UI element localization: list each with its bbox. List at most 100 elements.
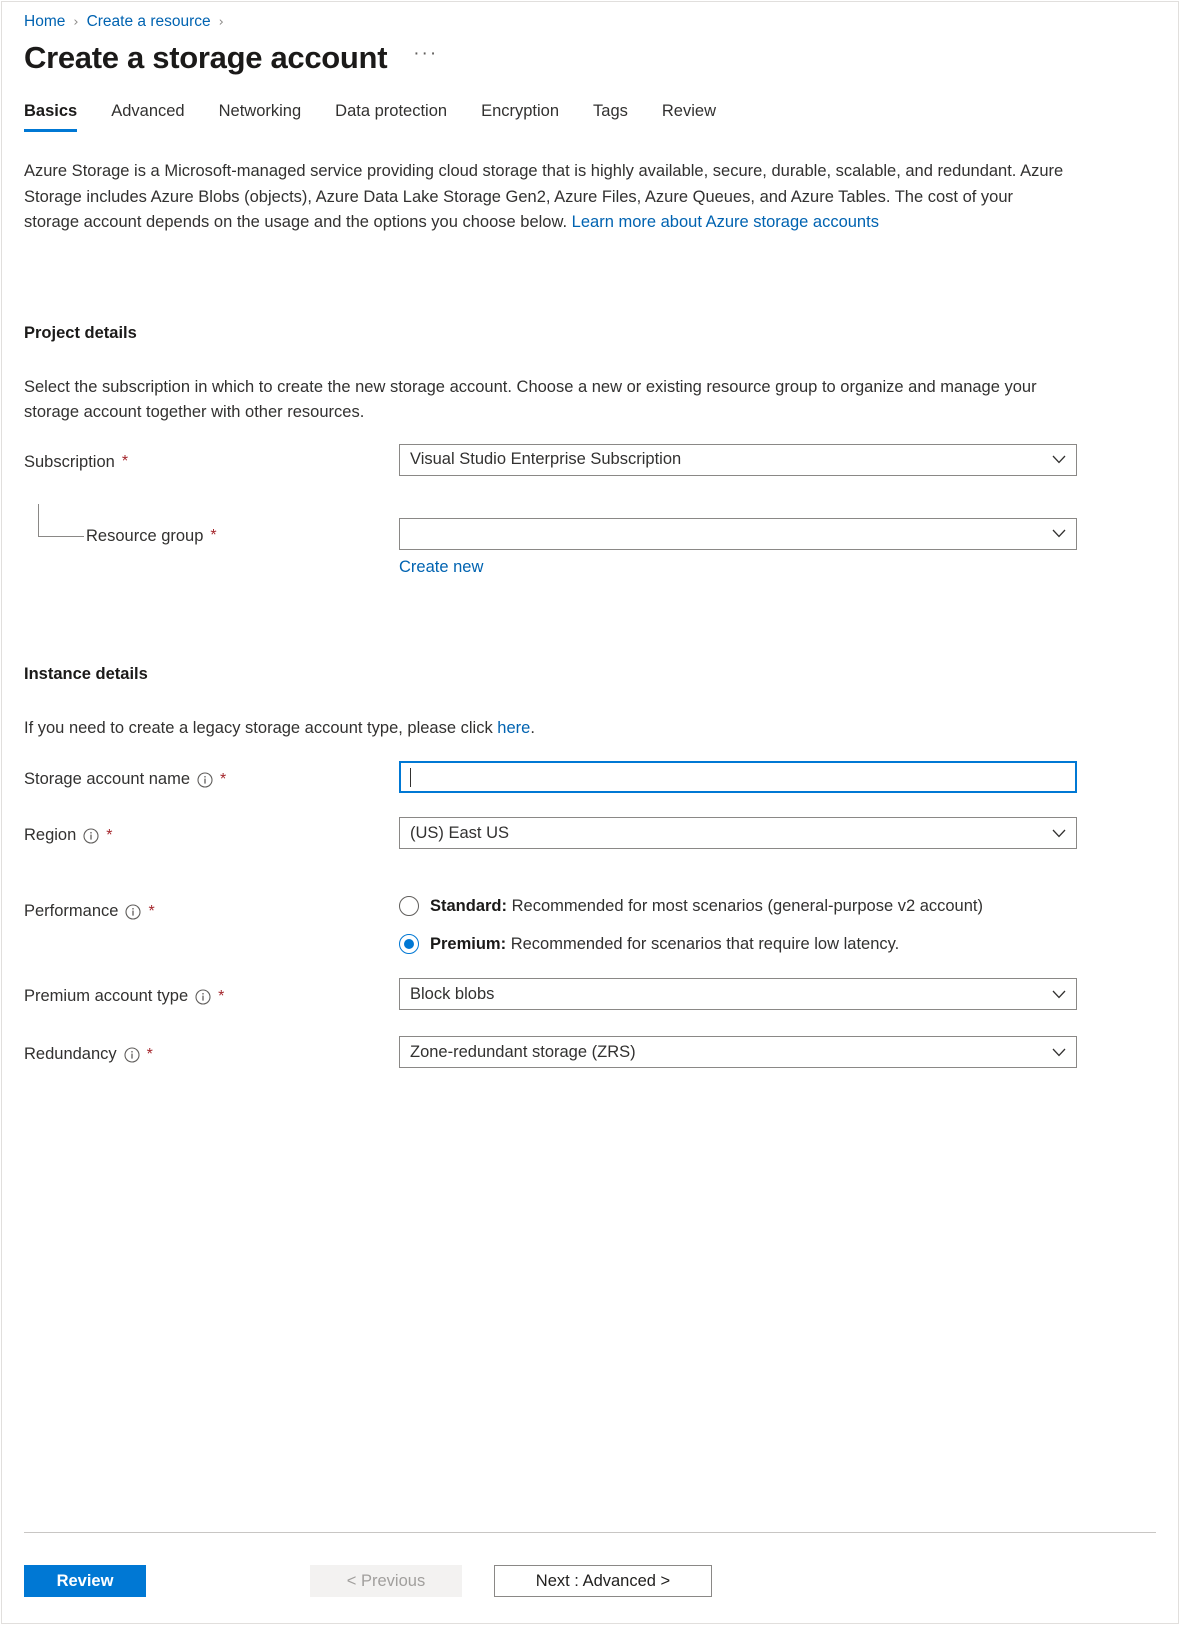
tab-review[interactable]: Review bbox=[645, 102, 733, 132]
premium-account-type-field-cell: Block blobs bbox=[399, 978, 1156, 1010]
premium-account-type-label-cell: Premium account type * bbox=[24, 978, 399, 1010]
tab-basics-label: Basics bbox=[24, 102, 78, 120]
radio-button-premium[interactable] bbox=[399, 934, 419, 954]
performance-label: Performance bbox=[24, 902, 119, 920]
intro-paragraph: Azure Storage is a Microsoft-managed ser… bbox=[24, 159, 1072, 236]
region-value: (US) East US bbox=[410, 823, 510, 842]
field-row-redundancy: Redundancy * Zone-redundant storage (ZRS… bbox=[24, 1036, 1156, 1070]
tab-review-label: Review bbox=[661, 102, 716, 120]
breadcrumb-item-home[interactable]: Home bbox=[24, 13, 65, 31]
field-row-subscription: Subscription * Visual Studio Enterprise … bbox=[24, 443, 1156, 478]
chevron-down-icon bbox=[1046, 990, 1066, 999]
more-options-icon[interactable]: ··· bbox=[409, 44, 442, 73]
subscription-select[interactable]: Visual Studio Enterprise Subscription bbox=[399, 443, 1077, 476]
storage-account-name-field-cell bbox=[399, 761, 1156, 793]
storage-account-name-label: Storage account name bbox=[24, 770, 191, 788]
region-field-cell: (US) East US bbox=[399, 817, 1156, 849]
footer-divider bbox=[24, 1532, 1156, 1533]
radio-option-standard-label: Standard: Recommended for most scenarios… bbox=[430, 897, 983, 916]
project-details-description: Select the subscription in which to crea… bbox=[24, 377, 1037, 422]
tab-advanced[interactable]: Advanced bbox=[94, 102, 201, 132]
redundancy-label-cell: Redundancy * bbox=[24, 1036, 399, 1068]
info-icon[interactable] bbox=[125, 903, 142, 920]
info-icon[interactable] bbox=[197, 771, 213, 788]
tab-advanced-label: Advanced bbox=[111, 102, 185, 120]
breadcrumb: Home › Create a resource › bbox=[2, 2, 1178, 34]
redundancy-select[interactable]: Zone-redundant storage (ZRS) bbox=[399, 1036, 1077, 1068]
field-row-performance: Performance * Standard: Recommended for … bbox=[24, 893, 1156, 954]
resource-group-label-cell: Resource group * bbox=[24, 518, 399, 550]
region-label: Region bbox=[24, 826, 77, 844]
required-asterisk: * bbox=[121, 453, 129, 470]
next-advanced-button[interactable]: Next : Advanced > bbox=[494, 1565, 712, 1597]
region-label-cell: Region * bbox=[24, 817, 399, 849]
required-asterisk: * bbox=[148, 902, 155, 920]
radio-option-standard-bold: Standard: bbox=[430, 896, 508, 915]
chevron-right-icon: › bbox=[218, 14, 224, 30]
info-icon[interactable] bbox=[195, 988, 211, 1005]
premium-account-type-value: Block blobs bbox=[410, 984, 495, 1003]
subscription-label: Subscription bbox=[24, 452, 115, 471]
radio-option-standard[interactable]: Standard: Recommended for most scenarios… bbox=[399, 896, 1156, 916]
tab-encryption-label: Encryption bbox=[481, 102, 560, 120]
tab-data-protection[interactable]: Data protection bbox=[318, 102, 464, 132]
info-icon[interactable] bbox=[124, 1046, 140, 1063]
radio-option-premium-bold: Premium: bbox=[430, 934, 507, 953]
tab-networking[interactable]: Networking bbox=[202, 102, 319, 132]
radio-option-premium[interactable]: Premium: Recommended for scenarios that … bbox=[399, 934, 1156, 954]
wizard-tabs: Basics Advanced Networking Data protecti… bbox=[2, 76, 1178, 132]
radio-option-standard-text: Recommended for most scenarios (general-… bbox=[507, 896, 983, 915]
tab-encryption[interactable]: Encryption bbox=[464, 102, 576, 132]
field-row-region: Region * (US) East US bbox=[24, 817, 1156, 851]
storage-account-name-input[interactable] bbox=[399, 761, 1077, 793]
tab-basics[interactable]: Basics bbox=[24, 102, 94, 132]
chevron-down-icon bbox=[1046, 529, 1066, 538]
chevron-right-icon: › bbox=[73, 14, 79, 30]
required-asterisk: * bbox=[218, 987, 225, 1005]
performance-field-cell: Standard: Recommended for most scenarios… bbox=[399, 893, 1156, 954]
chevron-down-icon bbox=[1046, 1048, 1066, 1057]
legacy-account-here-link[interactable]: here bbox=[497, 719, 530, 737]
title-row: Create a storage account ··· bbox=[2, 34, 1178, 76]
storage-account-name-label-cell: Storage account name * bbox=[24, 761, 399, 793]
chevron-down-icon bbox=[1046, 829, 1066, 838]
intro-text: Azure Storage is a Microsoft-managed ser… bbox=[24, 162, 1064, 231]
premium-account-type-select[interactable]: Block blobs bbox=[399, 978, 1077, 1010]
field-row-resource-group: Resource group * Create new bbox=[24, 503, 1156, 577]
project-details-heading: Project details bbox=[24, 323, 137, 342]
legacy-account-note: If you need to create a legacy storage a… bbox=[24, 716, 1074, 742]
resource-group-field-cell: Create new bbox=[399, 517, 1156, 577]
instance-details-heading: Instance details bbox=[24, 664, 148, 683]
redundancy-value: Zone-redundant storage (ZRS) bbox=[410, 1042, 636, 1061]
required-asterisk: * bbox=[106, 826, 113, 844]
chevron-down-icon bbox=[1046, 455, 1066, 464]
tab-tags[interactable]: Tags bbox=[576, 102, 645, 132]
required-asterisk: * bbox=[220, 770, 227, 788]
blade-content: Azure Storage is a Microsoft-managed ser… bbox=[2, 159, 1178, 1070]
field-row-premium-account-type: Premium account type * Block blobs bbox=[24, 978, 1156, 1012]
learn-more-link[interactable]: Learn more about Azure storage accounts bbox=[572, 213, 879, 231]
radio-option-premium-label: Premium: Recommended for scenarios that … bbox=[430, 935, 899, 954]
required-asterisk: * bbox=[146, 1045, 153, 1063]
redundancy-field-cell: Zone-redundant storage (ZRS) bbox=[399, 1036, 1156, 1068]
legacy-note-text-before: If you need to create a legacy storage a… bbox=[24, 718, 498, 737]
performance-radio-group: Standard: Recommended for most scenarios… bbox=[399, 893, 1156, 954]
radio-button-standard[interactable] bbox=[399, 896, 419, 916]
info-icon[interactable] bbox=[83, 827, 99, 844]
performance-label-cell: Performance * bbox=[24, 893, 399, 925]
region-select[interactable]: (US) East US bbox=[399, 817, 1077, 849]
create-storage-account-blade: Home › Create a resource › Create a stor… bbox=[1, 1, 1179, 1624]
tab-tags-label: Tags bbox=[593, 102, 628, 120]
tab-data-protection-label: Data protection bbox=[335, 102, 448, 120]
resource-group-select[interactable] bbox=[399, 517, 1077, 550]
text-caret bbox=[410, 767, 411, 787]
previous-button: < Previous bbox=[310, 1565, 462, 1597]
subscription-value: Visual Studio Enterprise Subscription bbox=[410, 450, 682, 468]
required-asterisk: * bbox=[210, 527, 217, 544]
page-title: Create a storage account bbox=[24, 40, 388, 75]
subscription-field-cell: Visual Studio Enterprise Subscription bbox=[399, 443, 1156, 476]
create-new-resource-group-link[interactable]: Create new bbox=[399, 558, 483, 577]
breadcrumb-item-create-a-resource[interactable]: Create a resource bbox=[87, 13, 211, 31]
review-button[interactable]: Review bbox=[24, 1565, 146, 1597]
premium-account-type-label: Premium account type bbox=[24, 987, 189, 1005]
